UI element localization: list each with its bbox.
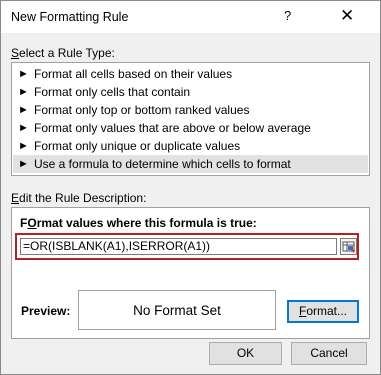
help-button[interactable]: ? (284, 8, 291, 23)
formula-highlight-outline: =OR(ISBLANK(A1),ISERROR(A1)) (15, 233, 359, 260)
ok-button[interactable]: OK (209, 342, 282, 365)
arrow-right-icon: ► (18, 86, 29, 98)
rule-item-top-bottom[interactable]: ► Format only top or bottom ranked value… (13, 101, 368, 119)
rule-item-cells-contain[interactable]: ► Format only cells that contain (13, 83, 368, 101)
arrow-right-icon: ► (18, 158, 29, 170)
title-bar: New Formatting Rule ? ✕ (1, 1, 380, 33)
close-button[interactable]: ✕ (340, 6, 354, 26)
dialog-title: New Formatting Rule (11, 10, 129, 24)
arrow-right-icon: ► (18, 122, 29, 134)
cancel-button[interactable]: Cancel (291, 342, 367, 365)
formula-label: FOrmat values where this formula is true… (20, 216, 257, 230)
format-preview-box: No Format Set (78, 290, 276, 330)
rule-type-list[interactable]: ► Format all cells based on their values… (11, 62, 370, 176)
preview-label: Preview: (21, 304, 71, 318)
rule-description-heading: Edit the Rule Description: (11, 191, 147, 205)
format-button[interactable]: Format... (287, 300, 359, 323)
rule-item-all-cells[interactable]: ► Format all cells based on their values (13, 65, 368, 83)
rule-description-panel: FOrmat values where this formula is true… (11, 207, 370, 339)
range-collapse-icon[interactable] (340, 238, 357, 255)
rule-item-use-formula[interactable]: ► Use a formula to determine which cells… (13, 155, 368, 173)
arrow-right-icon: ► (18, 104, 29, 116)
rule-item-above-below-average[interactable]: ► Format only values that are above or b… (13, 119, 368, 137)
arrow-right-icon: ► (18, 68, 29, 80)
rule-item-unique-duplicate[interactable]: ► Format only unique or duplicate values (13, 137, 368, 155)
formula-input[interactable]: =OR(ISBLANK(A1),ISERROR(A1)) (20, 238, 337, 255)
preview-text: No Format Set (133, 302, 221, 318)
new-formatting-rule-dialog: New Formatting Rule ? ✕ Select a Rule Ty… (0, 0, 381, 375)
arrow-right-icon: ► (18, 140, 29, 152)
rule-type-heading: Select a Rule Type: (11, 46, 115, 60)
